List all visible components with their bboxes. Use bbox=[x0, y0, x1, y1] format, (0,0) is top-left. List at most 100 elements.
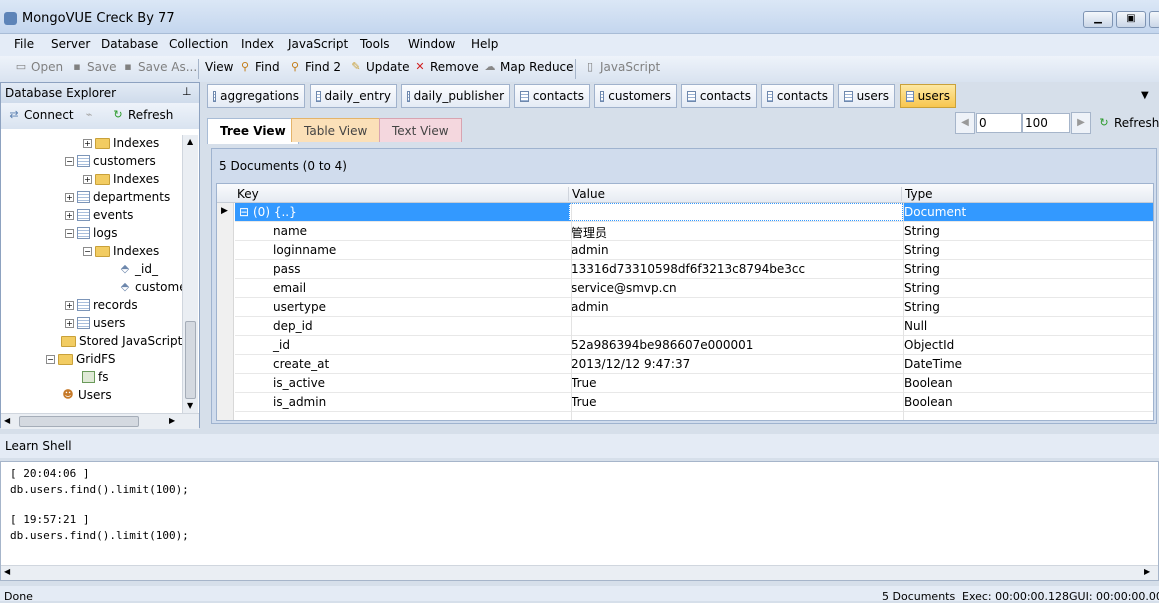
tree-item[interactable]: − logs bbox=[65, 224, 118, 242]
menu-help[interactable]: Help bbox=[471, 37, 498, 51]
disk-icon: ▪ bbox=[73, 60, 81, 73]
tree-item[interactable]: ⬘ _id_ bbox=[118, 260, 158, 278]
close-button[interactable] bbox=[1149, 11, 1159, 28]
skip-input[interactable] bbox=[976, 113, 1022, 133]
expand-icon[interactable]: + bbox=[65, 210, 74, 220]
column-header-value[interactable]: Value bbox=[568, 187, 605, 201]
tree-item[interactable]: ⬘ custome bbox=[118, 278, 182, 296]
table-row[interactable]: dep_id Null bbox=[235, 317, 1153, 336]
explorer-refresh-button[interactable]: ↻ Refresh bbox=[111, 108, 173, 122]
tree-item[interactable]: − Indexes bbox=[83, 242, 159, 260]
scroll-up-icon[interactable]: ▲ bbox=[187, 137, 193, 146]
save-as-button[interactable]: ▪ Save As... bbox=[121, 60, 197, 74]
disconnect-button[interactable]: ⌁ bbox=[82, 108, 96, 122]
table-row-selected[interactable]: ⊟ (0) {..} Document bbox=[235, 203, 1153, 222]
tab-text-view[interactable]: Text View bbox=[379, 118, 462, 142]
tab-daily-entry[interactable]: daily_entry bbox=[310, 84, 397, 108]
scroll-thumb[interactable] bbox=[19, 416, 139, 427]
tree-item[interactable]: + departments bbox=[65, 188, 170, 206]
tree-item[interactable]: − customers bbox=[65, 152, 156, 170]
expand-icon[interactable]: + bbox=[65, 300, 74, 310]
scroll-left-icon[interactable]: ◀ bbox=[4, 567, 10, 576]
tab-users-active[interactable]: users bbox=[900, 84, 956, 108]
table-row[interactable]: pass 13316d73310598df6f3213c8794be3cc Stri… bbox=[235, 260, 1153, 279]
tab-table-view[interactable]: Table View bbox=[291, 118, 381, 142]
cell-value-editor[interactable] bbox=[569, 203, 903, 221]
menu-file[interactable]: File bbox=[14, 37, 34, 51]
shell-horizontal-scrollbar[interactable]: ◀ ▶ bbox=[1, 565, 1158, 580]
tab-customers[interactable]: customers bbox=[594, 84, 677, 108]
save-button[interactable]: ▪ Save bbox=[70, 60, 116, 74]
collapse-icon[interactable]: − bbox=[46, 354, 55, 364]
limit-input[interactable] bbox=[1022, 113, 1070, 133]
tab-aggregations[interactable]: aggregations bbox=[207, 84, 305, 108]
scroll-down-icon[interactable]: ▼ bbox=[187, 401, 193, 410]
tree-item[interactable]: + users bbox=[65, 314, 125, 332]
tab-label: daily_publisher bbox=[413, 89, 504, 103]
page-next-button[interactable]: ▶ bbox=[1071, 112, 1091, 134]
tab-contacts[interactable]: contacts bbox=[761, 84, 834, 108]
menu-collection[interactable]: Collection bbox=[169, 37, 228, 51]
table-row[interactable]: create_at 2013/12/12 9:47:37 DateTime bbox=[235, 355, 1153, 374]
tab-daily-publisher[interactable]: daily_publisher bbox=[401, 84, 510, 108]
maximize-button[interactable]: ▣ bbox=[1116, 11, 1146, 28]
remove-button[interactable]: ✕ Remove bbox=[413, 60, 478, 74]
tree-item[interactable]: ☻ Users bbox=[61, 386, 111, 404]
user-icon: ☻ bbox=[62, 388, 74, 401]
collapse-icon[interactable]: ⊟ bbox=[239, 205, 249, 219]
view-button[interactable]: View bbox=[205, 60, 233, 74]
column-header-type[interactable]: Type bbox=[901, 187, 933, 201]
menu-javascript[interactable]: JavaScript bbox=[288, 37, 348, 51]
open-button[interactable]: ▭ Open bbox=[14, 60, 63, 74]
tree-item[interactable]: + events bbox=[65, 206, 133, 224]
tab-contacts[interactable]: contacts bbox=[514, 84, 590, 108]
table-row[interactable]: _id 52a986394be986607e000001 ObjectId bbox=[235, 336, 1153, 355]
collapse-icon[interactable]: − bbox=[65, 156, 74, 166]
find2-button[interactable]: ⚲ Find 2 bbox=[288, 60, 341, 74]
collapse-icon[interactable]: − bbox=[65, 228, 74, 238]
scroll-right-icon[interactable]: ▶ bbox=[1144, 567, 1150, 576]
expand-icon[interactable]: + bbox=[65, 318, 74, 328]
expand-icon[interactable]: + bbox=[83, 174, 92, 184]
minimize-button[interactable]: ▁ bbox=[1083, 11, 1113, 28]
table-row[interactable]: is_active True Boolean bbox=[235, 374, 1153, 393]
scroll-right-icon[interactable]: ▶ bbox=[169, 416, 175, 425]
table-row[interactable]: name 管理员 String bbox=[235, 222, 1153, 241]
table-row[interactable]: usertype admin String bbox=[235, 298, 1153, 317]
tab-users[interactable]: users bbox=[838, 84, 895, 108]
table-row[interactable]: email service@smvp.cn String bbox=[235, 279, 1153, 298]
paging-refresh-button[interactable]: ↻ Refresh bbox=[1097, 116, 1159, 130]
tree-item[interactable]: fs bbox=[82, 368, 108, 386]
tree-item[interactable]: + Indexes bbox=[83, 170, 159, 188]
tree-item[interactable]: + records bbox=[65, 296, 138, 314]
shell-output[interactable]: [ 20:04:06 ] db.users.find().limit(100);… bbox=[0, 461, 1159, 581]
tab-tree-view[interactable]: Tree View bbox=[207, 118, 299, 144]
menu-server[interactable]: Server bbox=[51, 37, 90, 51]
expand-icon[interactable]: + bbox=[83, 138, 92, 148]
menu-index[interactable]: Index bbox=[241, 37, 274, 51]
explorer-horizontal-scrollbar[interactable]: ◀ ▶ bbox=[1, 413, 199, 429]
map-reduce-button[interactable]: ☁ Map Reduce bbox=[483, 60, 574, 74]
scroll-thumb[interactable] bbox=[185, 321, 196, 399]
tree-item[interactable]: Stored JavaScript bbox=[61, 332, 182, 350]
find-button[interactable]: ⚲ Find bbox=[238, 60, 280, 74]
tree-item[interactable]: + Indexes bbox=[83, 134, 159, 152]
collapse-icon[interactable]: − bbox=[83, 246, 92, 256]
pin-icon[interactable]: ⊥ bbox=[182, 85, 192, 98]
explorer-vertical-scrollbar[interactable]: ▲ ▼ bbox=[182, 135, 198, 413]
tree-item[interactable]: − GridFS bbox=[46, 350, 116, 368]
expand-icon[interactable]: + bbox=[65, 192, 74, 202]
scroll-left-icon[interactable]: ◀ bbox=[4, 416, 10, 425]
connect-button[interactable]: ⇄ Connect bbox=[7, 108, 73, 122]
menu-tools[interactable]: Tools bbox=[360, 37, 390, 51]
menu-window[interactable]: Window bbox=[408, 37, 455, 51]
tab-list-dropdown-icon[interactable]: ▼ bbox=[1141, 90, 1149, 101]
menu-database[interactable]: Database bbox=[101, 37, 158, 51]
tab-contacts[interactable]: contacts bbox=[681, 84, 757, 108]
table-row[interactable]: loginname admin String bbox=[235, 241, 1153, 260]
update-button[interactable]: ✎ Update bbox=[349, 60, 409, 74]
page-previous-button[interactable]: ◀ bbox=[955, 112, 975, 134]
javascript-button[interactable]: ▯ JavaScript bbox=[583, 60, 660, 74]
column-header-key[interactable]: Key bbox=[237, 187, 259, 201]
table-row[interactable]: is_admin True Boolean bbox=[235, 393, 1153, 412]
